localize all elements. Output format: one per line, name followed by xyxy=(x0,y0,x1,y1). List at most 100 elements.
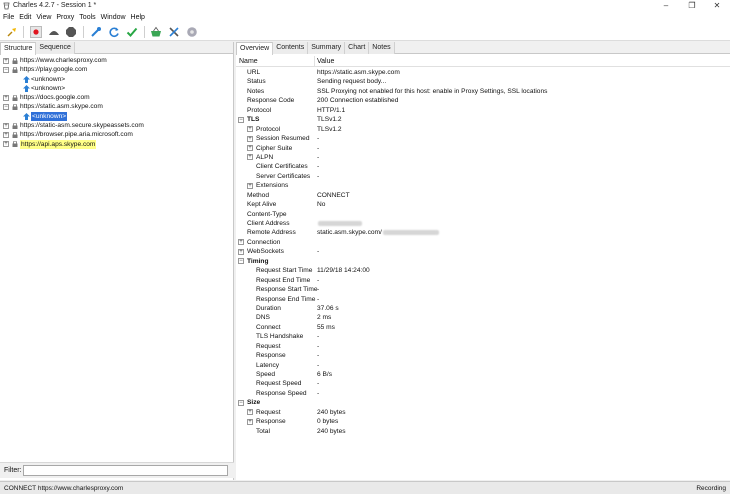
tab-structure[interactable]: Structure xyxy=(0,42,37,55)
menu-window[interactable]: Window xyxy=(101,14,126,21)
expand-icon[interactable]: + xyxy=(3,131,9,138)
menu-help[interactable]: Help xyxy=(131,14,145,21)
restore-icon[interactable]: ❐ xyxy=(682,1,702,11)
tree-host-item[interactable]: + https://browser.pipe.aria.microsoft.com xyxy=(0,130,234,139)
property-row[interactable]: Response - xyxy=(236,351,730,360)
validate-icon[interactable] xyxy=(126,26,138,38)
property-row[interactable]: + WebSockets - xyxy=(236,247,730,256)
expand-icon[interactable]: + xyxy=(3,141,9,148)
property-row[interactable]: Request End Time - xyxy=(236,276,730,285)
property-row[interactable]: Notes SSL Proxying not enabled for this h… xyxy=(236,87,730,96)
tab-summary[interactable]: Summary xyxy=(308,42,346,54)
broom-icon[interactable] xyxy=(6,26,18,38)
expand-icon[interactable]: + xyxy=(247,135,253,142)
expand-icon[interactable]: + xyxy=(3,94,9,101)
property-row[interactable]: URL https://static.asm.skype.com xyxy=(236,68,730,77)
property-row[interactable]: + Response 0 bytes xyxy=(236,417,730,426)
property-row[interactable]: Request Speed - xyxy=(236,379,730,388)
expand-icon[interactable]: + xyxy=(247,126,253,133)
tab-overview[interactable]: Overview xyxy=(236,42,274,55)
tree-request-item[interactable]: <unknown> xyxy=(0,84,234,93)
property-row[interactable]: − Timing xyxy=(236,257,730,266)
property-row[interactable]: Duration 37.06 s xyxy=(236,304,730,313)
expand-icon[interactable]: + xyxy=(247,418,253,425)
breakpoint-icon[interactable] xyxy=(65,26,77,38)
property-row[interactable]: Client Certificates - xyxy=(236,162,730,171)
menu-tools[interactable]: Tools xyxy=(79,14,95,21)
property-row[interactable]: Total 240 bytes xyxy=(236,427,730,436)
property-row[interactable]: Response Start Time - xyxy=(236,285,730,294)
property-row[interactable]: Content-Type xyxy=(236,210,730,219)
tree-host-item[interactable]: − https://play.google.com xyxy=(0,65,234,74)
collapse-icon[interactable]: − xyxy=(238,116,244,123)
property-row[interactable]: Connect 55 ms xyxy=(236,323,730,332)
column-divider[interactable] xyxy=(314,56,315,67)
record-icon[interactable] xyxy=(30,26,42,38)
tree-host-item[interactable]: + https://static-asm.secure.skypeassets.c… xyxy=(0,121,234,130)
expand-icon[interactable]: + xyxy=(238,239,244,246)
tab-sequence[interactable]: Sequence xyxy=(36,42,75,54)
filter-input[interactable] xyxy=(23,465,228,476)
property-row[interactable]: Latency - xyxy=(236,361,730,370)
tree-host-item[interactable]: + https://api.aps.skype.com xyxy=(0,139,234,149)
repeat-icon[interactable] xyxy=(108,26,120,38)
property-row[interactable]: + Protocol TLSv1.2 xyxy=(236,125,730,134)
property-row[interactable]: Response Code 200 Connection established xyxy=(236,96,730,105)
close-icon[interactable]: ✕ xyxy=(707,1,727,11)
expand-icon[interactable]: + xyxy=(3,122,9,129)
expand-icon[interactable]: + xyxy=(238,248,244,255)
menu-proxy[interactable]: Proxy xyxy=(56,14,74,21)
expand-icon[interactable]: + xyxy=(247,182,253,189)
property-row[interactable]: Client Address xyxy=(236,219,730,228)
expand-icon[interactable]: + xyxy=(247,409,253,416)
minimize-icon[interactable]: – xyxy=(656,1,676,11)
menu-view[interactable]: View xyxy=(36,14,51,21)
collapse-icon[interactable]: − xyxy=(3,103,9,110)
property-row[interactable]: − TLS TLSv1.2 xyxy=(236,115,730,124)
expand-icon[interactable]: + xyxy=(3,57,9,64)
property-row[interactable]: Method CONNECT xyxy=(236,191,730,200)
property-name: Request xyxy=(256,408,281,416)
property-row[interactable]: + Cipher Suite - xyxy=(236,144,730,153)
property-row[interactable]: Speed 6 B/s xyxy=(236,370,730,379)
tree-request-item[interactable]: <unknown> xyxy=(0,111,234,121)
property-row[interactable]: Request Start Time 11/29/18 14:24:00 xyxy=(236,266,730,275)
throttle-icon[interactable] xyxy=(48,26,60,38)
tools-icon[interactable] xyxy=(168,26,180,38)
collapse-icon[interactable]: − xyxy=(238,258,244,265)
collapse-icon[interactable]: − xyxy=(238,399,244,406)
expand-icon[interactable]: + xyxy=(247,145,253,151)
tree-host-item[interactable]: − https://static.asm.skype.com xyxy=(0,102,234,111)
tab-chart[interactable]: Chart xyxy=(345,42,370,54)
property-row[interactable]: + Session Resumed - xyxy=(236,134,730,143)
property-row[interactable]: Protocol HTTP/1.1 xyxy=(236,106,730,115)
property-row[interactable]: TLS Handshake - xyxy=(236,332,730,341)
compose-icon[interactable] xyxy=(90,26,102,38)
tree-host-item[interactable]: + https://docs.google.com xyxy=(0,93,234,102)
column-value-header[interactable]: Value xyxy=(317,58,334,65)
settings-icon[interactable] xyxy=(186,26,198,38)
property-row[interactable]: Kept Alive No xyxy=(236,200,730,209)
menu-file[interactable]: File xyxy=(3,14,14,21)
property-row[interactable]: Response Speed - xyxy=(236,389,730,398)
tree-host-item[interactable]: + https://www.charlesproxy.com xyxy=(0,56,234,65)
property-row[interactable]: + Extensions xyxy=(236,181,730,190)
property-row[interactable]: Server Certificates - xyxy=(236,172,730,181)
property-row[interactable]: − Size xyxy=(236,398,730,407)
tab-contents[interactable]: Contents xyxy=(273,42,309,54)
tab-notes[interactable]: Notes xyxy=(369,42,395,54)
property-row[interactable]: Request - xyxy=(236,342,730,351)
basket-icon[interactable] xyxy=(150,26,162,38)
property-row[interactable]: Remote Address static.asm.skype.com/ xyxy=(236,228,730,237)
expand-icon[interactable]: + xyxy=(247,154,253,161)
collapse-icon[interactable]: − xyxy=(3,66,9,73)
property-row[interactable]: + Connection xyxy=(236,238,730,247)
property-row[interactable]: + ALPN - xyxy=(236,153,730,162)
column-name-header[interactable]: Name xyxy=(239,58,258,65)
property-row[interactable]: DNS 2 ms xyxy=(236,313,730,322)
property-row[interactable]: Status Sending request body... xyxy=(236,77,730,86)
property-row[interactable]: + Request 240 bytes xyxy=(236,408,730,417)
property-row[interactable]: Response End Time - xyxy=(236,295,730,304)
menu-edit[interactable]: Edit xyxy=(19,14,31,21)
tree-request-item[interactable]: <unknown> xyxy=(0,75,234,84)
